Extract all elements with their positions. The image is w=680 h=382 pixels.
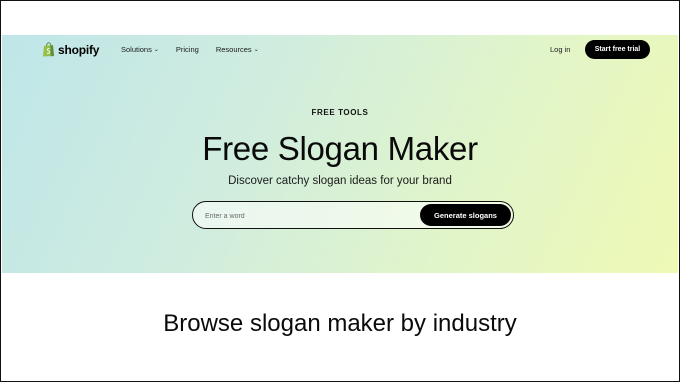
page-frame: shopify Solutions ⌄ Pricing Resources ⌄ … <box>0 0 680 382</box>
nav-solutions-label: Solutions <box>121 45 152 54</box>
chevron-down-icon: ⌄ <box>253 46 259 53</box>
shopify-logo[interactable]: shopify <box>42 42 99 57</box>
nav-resources-label: Resources <box>215 45 252 54</box>
word-input[interactable] <box>203 208 417 224</box>
nav-links: Solutions ⌄ Pricing Resources ⌄ <box>121 45 276 54</box>
login-link[interactable]: Log in <box>550 45 570 54</box>
hero-section: shopify Solutions ⌄ Pricing Resources ⌄ … <box>2 35 678 273</box>
nav-solutions[interactable]: Solutions ⌄ <box>121 45 159 54</box>
browse-heading: Browse slogan maker by industry <box>163 310 517 337</box>
hero-subtitle: Discover catchy slogan ideas for your br… <box>228 175 452 187</box>
nav-pricing-label: Pricing <box>175 45 199 54</box>
generate-slogans-button[interactable]: Generate slogans <box>420 204 511 226</box>
top-nav: shopify Solutions ⌄ Pricing Resources ⌄ … <box>2 35 678 65</box>
shopify-bag-icon <box>42 42 55 57</box>
start-free-trial-button[interactable]: Start free trial <box>585 40 650 59</box>
hero-eyebrow: FREE TOOLS <box>311 108 369 117</box>
nav-pricing[interactable]: Pricing <box>176 45 199 54</box>
nav-resources[interactable]: Resources ⌄ <box>216 45 259 54</box>
page-title: Free Slogan Maker <box>202 130 478 167</box>
slogan-search-bar: Generate slogans <box>192 201 514 229</box>
logo-text: shopify <box>58 42 100 57</box>
chevron-down-icon: ⌄ <box>153 46 159 53</box>
